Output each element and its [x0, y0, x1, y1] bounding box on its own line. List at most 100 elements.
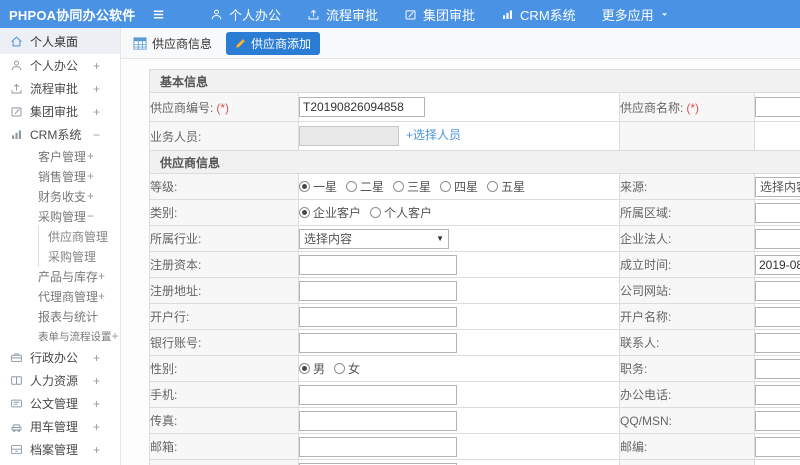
field-label: 所属区域:: [620, 206, 672, 220]
sidebar-item-agent-mgmt[interactable]: 代理商管理 +: [0, 286, 120, 306]
company-website-input[interactable]: [755, 280, 800, 301]
tab-supplier-add[interactable]: 供应商添加: [226, 31, 321, 55]
category-radio-group-option[interactable]: 个人客户: [370, 204, 432, 221]
legal-person-input[interactable]: [755, 228, 800, 249]
field-label-cell: 类别:: [149, 199, 299, 226]
field-label-cell: 企业法人:: [619, 225, 755, 252]
bank-account-input[interactable]: [299, 332, 457, 353]
established-date-input[interactable]: [755, 254, 800, 275]
radio-icon: [334, 363, 346, 374]
sidebar-item-product-inventory[interactable]: 产品与库存 +: [0, 266, 120, 286]
expand-toggle: +: [111, 329, 119, 343]
region-input[interactable]: [755, 202, 800, 223]
gender-radio-group-option[interactable]: 女: [334, 360, 360, 377]
required-mark: (*): [686, 100, 700, 115]
radio-option-label: 四星: [454, 180, 479, 194]
field-label: 职务:: [620, 362, 648, 376]
sidebar-item-hr[interactable]: 人力资源 +: [0, 369, 120, 392]
field-cell: [753, 277, 800, 304]
level-radio-group-option[interactable]: 五星: [487, 178, 525, 195]
staff-picker-input[interactable]: [299, 126, 399, 146]
field-label: 开户名称:: [620, 310, 672, 324]
qq-msn-input[interactable]: [755, 410, 800, 431]
expand-toggle: +: [92, 419, 100, 434]
choose-staff-link[interactable]: +选择人员: [406, 128, 461, 142]
sidebar-item-label: 采购管理: [48, 249, 97, 264]
form-row: 注册地址: 公司网站:: [149, 277, 800, 304]
field-cell: [298, 329, 620, 356]
menu-toggle-icon[interactable]: [151, 7, 166, 22]
field-label: 性别:: [150, 362, 178, 376]
fax-input[interactable]: [299, 410, 457, 431]
level-radio-group-option[interactable]: 二星: [346, 178, 384, 195]
field-label-cell: 银行账号:: [149, 329, 299, 356]
field-cell: 男女: [298, 355, 620, 382]
sidebar-item-crm-system[interactable]: CRM系统 −: [0, 123, 120, 146]
nav-process-approval[interactable]: 流程审批: [307, 5, 378, 24]
industry-select[interactable]: 选择内容 ▼: [299, 228, 449, 249]
tab-supplier-info[interactable]: 供应商信息: [133, 35, 212, 52]
level-radio-group-option[interactable]: 四星: [440, 178, 478, 195]
sidebar-item-purchase-mgmt[interactable]: 采购管理 −: [0, 206, 120, 226]
sidebar-item-reports-stats[interactable]: 报表与统计: [0, 306, 120, 326]
sidebar-item-label: 财务收支: [38, 189, 87, 204]
supplier-name-input[interactable]: [755, 97, 800, 117]
sidebar-item-personal-desktop[interactable]: 个人桌面: [0, 28, 120, 54]
field-label: 办公电话:: [620, 388, 672, 402]
sidebar-item-personal-office[interactable]: 个人办公 +: [0, 54, 120, 77]
car-icon: [10, 420, 23, 433]
nav-personal-office[interactable]: 个人办公: [210, 5, 281, 24]
field-cell: [753, 407, 800, 434]
sidebar-item-archive-mgmt[interactable]: 档案管理 +: [0, 438, 120, 461]
sidebar-item-label: 产品与库存: [38, 269, 99, 284]
sidebar-item-process-approval[interactable]: 流程审批 +: [0, 77, 120, 100]
radio-icon: [487, 181, 499, 192]
sidebar-item-vehicle-mgmt[interactable]: 用车管理 +: [0, 415, 120, 438]
sidebar-item-admin-office[interactable]: 行政办公 +: [0, 346, 120, 369]
postcode-input[interactable]: [755, 436, 800, 457]
level-radio-group-option[interactable]: 三星: [393, 178, 431, 195]
upload-icon: [307, 8, 320, 21]
supplier-code-input[interactable]: [299, 97, 425, 117]
chart-icon: [10, 128, 23, 141]
category-radio-group-option[interactable]: 企业客户: [299, 204, 361, 221]
sidebar-item-supplier-mgmt[interactable]: 供应商管理: [0, 225, 120, 247]
sidebar-item-doc-mgmt[interactable]: 公文管理 +: [0, 392, 120, 415]
nav-crm-system[interactable]: CRM系统: [501, 5, 576, 24]
source-select[interactable]: 选择内容▼: [755, 176, 800, 197]
sidebar-item-form-process-settings[interactable]: 表单与流程设置 +: [0, 326, 120, 346]
sidebar-item-sales-mgmt[interactable]: 销售管理 +: [0, 166, 120, 186]
sidebar-item-partial-bottom-item[interactable]: [0, 461, 120, 465]
registered-address-input[interactable]: [299, 280, 457, 301]
gender-radio-group-option[interactable]: 男: [299, 360, 325, 377]
office-phone-input[interactable]: [755, 384, 800, 405]
field-cell: [753, 92, 800, 122]
page-body: 个人桌面 个人办公 + 流程审批 + 集团审批 + CRM系统 − 客户管理 + 销售管理 + 财务收支 +…: [0, 28, 800, 465]
caret-down-icon: ▼: [436, 233, 444, 243]
nav-group-approval[interactable]: 集团审批: [404, 5, 475, 24]
position-input[interactable]: [755, 358, 800, 379]
contact-input[interactable]: [755, 332, 800, 353]
field-label-cell: 性别:: [149, 355, 299, 382]
nav-crm-system-label: CRM系统: [520, 7, 576, 23]
field-cell: [753, 433, 800, 460]
sidebar-item-finance[interactable]: 财务收支 +: [0, 186, 120, 206]
expand-toggle: +: [92, 58, 100, 73]
nav-more-apps[interactable]: 更多应用: [602, 5, 669, 24]
home-icon: [10, 35, 23, 48]
registered-capital-input[interactable]: [299, 254, 457, 275]
sidebar-item-customer-mgmt[interactable]: 客户管理 +: [0, 146, 120, 166]
sidebar-item-purchase-mgmt-sub[interactable]: 采购管理: [0, 245, 120, 267]
expand-toggle: −: [92, 127, 100, 142]
radio-option-label: 二星: [360, 180, 385, 194]
upload-icon: [10, 82, 23, 95]
email-input[interactable]: [299, 436, 457, 457]
table-icon: [133, 36, 147, 50]
sidebar-item-group-approval[interactable]: 集团审批 +: [0, 100, 120, 123]
sidebar-item-label: 集团审批: [30, 105, 79, 119]
mobile-input[interactable]: [299, 384, 457, 405]
bank-input[interactable]: [299, 306, 457, 327]
account-name-input[interactable]: [755, 306, 800, 327]
level-radio-group-option[interactable]: 一星: [299, 178, 337, 195]
field-label-cell: 手机:: [149, 381, 299, 408]
